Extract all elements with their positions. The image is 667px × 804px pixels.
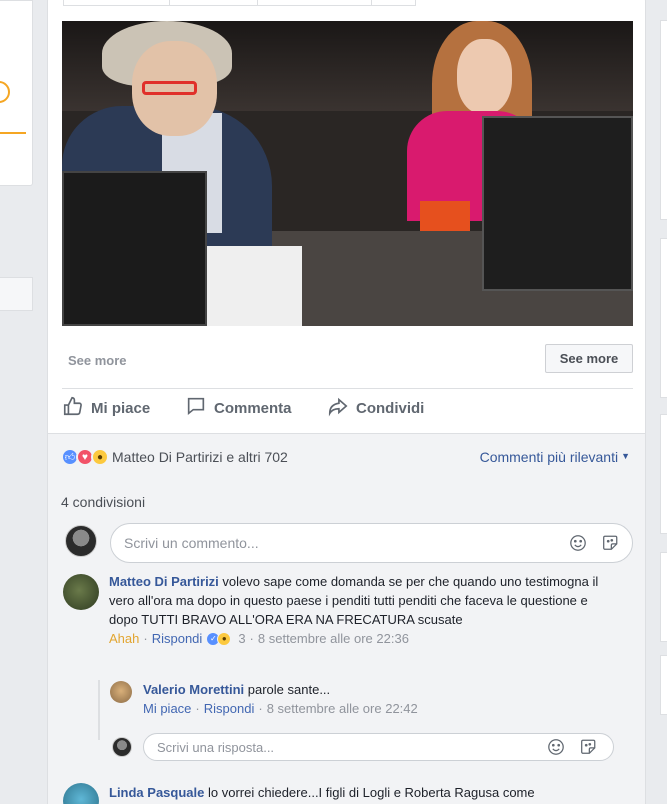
- reply-input[interactable]: [157, 739, 537, 755]
- comment-text: lo vorrei chiedere...I figli di Logli e …: [208, 785, 535, 800]
- reply-like-link[interactable]: Mi piace: [143, 701, 191, 716]
- comment-reaction-count: 3: [238, 631, 246, 646]
- thumbs-up-icon: [62, 395, 84, 421]
- emoji-icon[interactable]: [546, 737, 566, 757]
- see-more-caption: See more: [68, 353, 127, 368]
- reply-item: Valerio Morettini parole sante... Mi pia…: [143, 680, 593, 716]
- commenter-avatar[interactable]: [63, 574, 99, 610]
- haha-reaction-icon: ●: [217, 631, 232, 646]
- comment-composer[interactable]: [110, 523, 633, 563]
- comment-author[interactable]: Linda Pasquale: [109, 785, 204, 800]
- reply-text: parole sante...: [247, 682, 331, 697]
- reply-meta: Mi piace · Rispondi · 8 settembre alle o…: [143, 701, 593, 716]
- left-sidebar-card-lower: [0, 277, 33, 311]
- comment-label: Commenta: [214, 399, 292, 417]
- current-user-avatar-small[interactable]: [112, 737, 132, 757]
- sort-label: Commenti più rilevanti: [479, 449, 619, 465]
- comment-reaction-label[interactable]: Ahah: [109, 631, 139, 646]
- speech-bubble-icon: [185, 395, 207, 421]
- reply-thread-line: [98, 680, 100, 740]
- separator: ·: [258, 701, 263, 716]
- comment-body: Linda Pasquale lo vorrei chiedere...I fi…: [109, 783, 614, 802]
- like-label: Mi piace: [91, 399, 151, 417]
- comment-button[interactable]: Commenta: [185, 395, 292, 421]
- reactions-summary[interactable]: 👍︎ ♥ ● Matteo Di Partirizi e altri 702: [61, 448, 288, 466]
- comment-reactions[interactable]: ✓ ●: [206, 631, 232, 646]
- comment-sort-dropdown[interactable]: Commenti più rilevanti ▼: [480, 449, 630, 465]
- orange-ring-decoration: [0, 81, 10, 103]
- left-sidebar-card: [0, 0, 33, 186]
- reply-timestamp[interactable]: 8 settembre alle ore 22:42: [267, 701, 418, 716]
- right-sidebar-edge: [660, 0, 667, 804]
- comment-item: Linda Pasquale lo vorrei chiedere...I fi…: [109, 783, 614, 802]
- share-button[interactable]: Condividi: [327, 395, 424, 421]
- reply-link[interactable]: Rispondi: [152, 631, 203, 646]
- share-arrow-icon: [327, 395, 349, 421]
- separator: ·: [143, 631, 148, 646]
- orange-line-decoration: [0, 132, 26, 134]
- comment-meta: Ahah · Rispondi ✓ ● 3 · 8 settembre alle…: [109, 631, 614, 646]
- comment-input[interactable]: [124, 534, 544, 552]
- see-more-button[interactable]: See more: [545, 344, 633, 373]
- separator: ·: [249, 631, 254, 646]
- caret-down-icon: ▼: [621, 451, 630, 461]
- sticker-icon[interactable]: [600, 533, 620, 553]
- reply-reply-link[interactable]: Rispondi: [204, 701, 255, 716]
- share-label: Condividi: [356, 399, 425, 417]
- divider: [62, 388, 633, 389]
- comment-author[interactable]: Matteo Di Partirizi: [109, 574, 219, 589]
- comment-body: Matteo Di Partirizi volevo sape come dom…: [109, 572, 614, 629]
- reply-author-avatar[interactable]: [110, 681, 132, 703]
- post-card: See more See more Mi piace Commenta Cond…: [47, 0, 646, 804]
- post-top-tabs: [63, 0, 416, 6]
- post-actions-bar: Mi piace Commenta Condividi: [62, 395, 633, 425]
- comment-item: Matteo Di Partirizi volevo sape come dom…: [109, 572, 614, 646]
- commenter-avatar[interactable]: [63, 783, 99, 804]
- reaction-names[interactable]: Matteo Di Partirizi e altri 702: [112, 449, 288, 465]
- comments-section: 👍︎ ♥ ● Matteo Di Partirizi e altri 702 C…: [48, 433, 645, 804]
- like-button[interactable]: Mi piace: [62, 395, 150, 421]
- reply-composer[interactable]: [143, 733, 614, 761]
- sticker-icon[interactable]: [578, 737, 598, 757]
- shares-count[interactable]: 4 condivisioni: [61, 494, 145, 510]
- post-video[interactable]: [62, 21, 633, 326]
- current-user-avatar[interactable]: [65, 525, 97, 557]
- wow-reaction-icon: ●: [91, 448, 109, 466]
- emoji-icon[interactable]: [568, 533, 588, 553]
- separator: ·: [195, 701, 200, 716]
- comment-timestamp[interactable]: 8 settembre alle ore 22:36: [258, 631, 409, 646]
- reply-body: Valerio Morettini parole sante...: [143, 680, 593, 699]
- reply-author[interactable]: Valerio Morettini: [143, 682, 244, 697]
